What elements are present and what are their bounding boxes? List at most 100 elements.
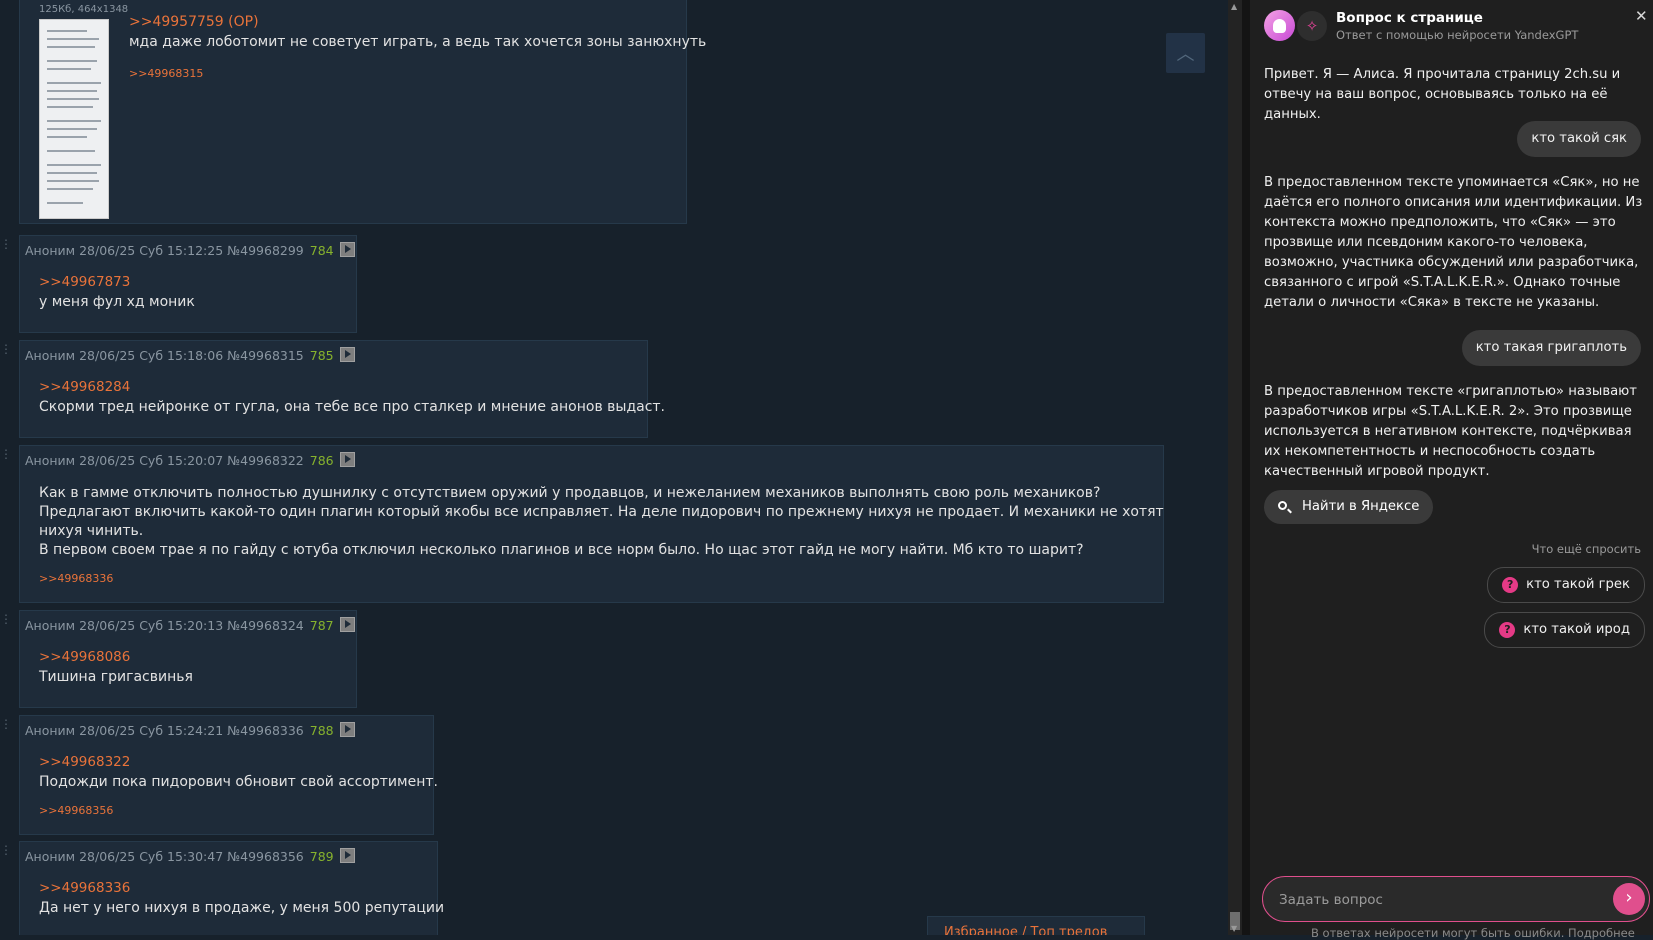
post-number[interactable]: №49968324 [227, 618, 304, 633]
reply-post: Аноним 28/06/25 Суб 15:12:25 №49968299 78… [19, 235, 357, 333]
post-message-line: нихуя чинить. [39, 523, 144, 539]
post-message-line: Тишина григасвинья [39, 669, 193, 685]
post-header: Аноним 28/06/25 Суб 15:12:25 №49968299 78… [25, 242, 355, 258]
post-message-line: Предлагают включить какой-то один плагин… [39, 504, 1164, 520]
ai-sparkle-icon: ✧ [1297, 11, 1327, 41]
chevron-up-icon: ︿ [1176, 44, 1195, 65]
play-icon[interactable] [339, 848, 355, 863]
post-reply-link[interactable]: >>49968356 [39, 804, 113, 817]
find-in-yandex-button[interactable]: Найти в Яндексе [1264, 490, 1434, 524]
panel-title: Вопрос к странице [1336, 10, 1483, 26]
post-count: 784 [309, 243, 334, 258]
assistant-answer: В предоставленном тексте «григаплотью» н… [1264, 384, 1637, 479]
disclaimer-text: В ответах нейросети могут быть ошибки. П… [1311, 926, 1635, 940]
play-icon[interactable] [339, 242, 355, 257]
post-header: Аноним 28/06/25 Суб 15:18:06 №49968315 78… [25, 347, 355, 363]
post-author: Аноним [25, 618, 76, 633]
play-icon[interactable] [339, 617, 355, 632]
page-scrollbar[interactable]: ▲ ▼ [1228, 0, 1242, 935]
assistant-greeting: Привет. Я — Алиса. Я прочитала страницу … [1264, 67, 1621, 122]
reply-post: Аноним 28/06/25 Суб 15:30:47 №49968356 78… [19, 841, 444, 935]
alice-logo [1264, 10, 1295, 41]
alice-side-panel: ✧ Вопрос к странице Ответ с помощью нейр… [1250, 0, 1653, 940]
post-message-line: у меня фул хд моник [39, 294, 195, 310]
find-in-yandex-label: Найти в Яндексе [1302, 499, 1420, 514]
post-menu-dots-icon[interactable]: ⋮ [0, 237, 14, 251]
op-post-message: мда даже лоботомит не советует играть, а… [129, 34, 707, 50]
post-date: 28/06/25 Суб 15:24:21 [79, 723, 224, 738]
post-date: 28/06/25 Суб 15:20:07 [79, 453, 224, 468]
post-date: 28/06/25 Суб 15:20:13 [79, 618, 224, 633]
post-message-line: В первом своем трае я по гайду с ютуба о… [39, 542, 1084, 558]
post-number[interactable]: №49968299 [227, 243, 304, 258]
post-menu-dots-icon[interactable]: ⋮ [0, 342, 14, 356]
ask-question-box: › [1262, 876, 1650, 922]
post-count: 787 [309, 618, 334, 633]
post-author: Аноним [25, 243, 76, 258]
post-date: 28/06/25 Суб 15:30:47 [79, 849, 224, 864]
thread-view: 125Кб, 464x1348 >>49957759 (OP) мда даже… [0, 0, 1228, 935]
post-date: 28/06/25 Суб 15:18:06 [79, 348, 224, 363]
post-number[interactable]: №49968315 [227, 348, 304, 363]
question-icon: ? [1502, 577, 1519, 593]
search-icon [1278, 501, 1287, 510]
post-menu-dots-icon[interactable]: ⋮ [0, 717, 14, 731]
post-count: 789 [309, 849, 334, 864]
post-author: Аноним [25, 849, 76, 864]
scroll-down-arrow-icon[interactable]: ▼ [1231, 924, 1237, 933]
post-quote-link[interactable]: >>49968336 [39, 880, 130, 896]
reply-post: Аноним 28/06/25 Суб 15:18:06 №49968315 78… [19, 340, 665, 438]
post-header: Аноним 28/06/25 Суб 15:20:13 №49968324 78… [25, 617, 355, 633]
post-header: Аноним 28/06/25 Суб 15:20:07 №49968322 78… [25, 452, 355, 468]
post-author: Аноним [25, 453, 76, 468]
panel-subtitle: Ответ с помощью нейросети YandexGPT [1336, 28, 1579, 42]
play-icon[interactable] [339, 452, 355, 467]
send-button[interactable]: › [1613, 883, 1645, 915]
post-quote-link[interactable]: >>49968284 [39, 379, 130, 395]
post-header: Аноним 28/06/25 Суб 15:24:21 №49968336 78… [25, 722, 355, 738]
post-menu-dots-icon[interactable]: ⋮ [0, 612, 14, 626]
suggested-question-button[interactable]: ? кто такой грек [1487, 567, 1645, 603]
post-quote-link[interactable]: >>49968086 [39, 649, 130, 665]
panel-divider [1242, 0, 1250, 935]
post-count: 786 [309, 453, 334, 468]
post-message-line: Скорми тред нейронке от гугла, она тебе … [39, 399, 666, 415]
post-count: 788 [309, 723, 334, 738]
assistant-answer: В предоставленном тексте упоминается «Ся… [1264, 175, 1643, 310]
suggestions-heading: Что ещё спросить [1531, 542, 1641, 556]
favorites-top-threads-button[interactable]: Избранное / Топ тредов [927, 916, 1145, 935]
post-author: Аноним [25, 723, 76, 738]
post-header: Аноним 28/06/25 Суб 15:30:47 №49968356 78… [25, 848, 355, 864]
post-date: 28/06/25 Суб 15:12:25 [79, 243, 224, 258]
op-post-number[interactable]: >>49957759 (OP) [129, 14, 259, 30]
op-post-reply-link[interactable]: >>49968315 [129, 67, 203, 80]
post-message-line: Да нет у него нихуя в продаже, у меня 50… [39, 900, 445, 916]
post-author: Аноним [25, 348, 76, 363]
reply-post: Аноним 28/06/25 Суб 15:24:21 №49968336 78… [19, 715, 438, 835]
ask-question-input[interactable] [1277, 889, 1581, 911]
post-menu-dots-icon[interactable]: ⋮ [0, 447, 14, 461]
post-quote-link[interactable]: >>49968322 [39, 754, 130, 770]
suggestion-label: кто такой грек [1526, 577, 1630, 592]
arrow-right-icon: › [1625, 887, 1633, 908]
post-number[interactable]: №49968356 [227, 849, 304, 864]
post-number[interactable]: №49968322 [227, 453, 304, 468]
close-icon[interactable]: ✕ [1635, 7, 1648, 25]
play-icon[interactable] [339, 347, 355, 362]
post-number[interactable]: №49968336 [227, 723, 304, 738]
image-meta: 125Кб, 464x1348 [39, 4, 129, 15]
post-menu-dots-icon[interactable]: ⋮ [0, 843, 14, 857]
post-message-line: Подожди пока пидорович обновит свой ассо… [39, 774, 438, 790]
post-message-line: Как в гамме отключить полностью душнилку… [39, 485, 1101, 501]
post-count: 785 [309, 348, 334, 363]
suggestion-label: кто такой ирод [1523, 622, 1630, 637]
post-image-thumbnail[interactable] [39, 19, 109, 219]
reply-post: Аноним 28/06/25 Суб 15:20:13 №49968324 78… [19, 610, 357, 708]
scroll-up-arrow-icon[interactable]: ▲ [1231, 2, 1237, 11]
question-icon: ? [1499, 622, 1516, 638]
post-quote-link[interactable]: >>49967873 [39, 274, 130, 290]
suggested-question-button[interactable]: ? кто такой ирод [1484, 612, 1645, 648]
post-reply-link[interactable]: >>49968336 [39, 572, 113, 585]
scroll-to-top-button[interactable]: ︿ [1166, 33, 1205, 73]
play-icon[interactable] [339, 722, 355, 737]
